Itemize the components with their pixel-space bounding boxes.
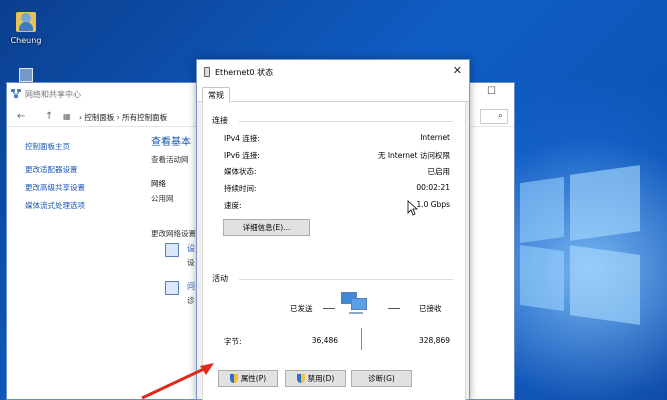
- search-input[interactable]: ⌕: [480, 109, 508, 124]
- task-desc: 诊: [187, 296, 195, 305]
- tab-strip: 常规: [197, 84, 469, 103]
- row-key: IPv4 连接:: [224, 134, 260, 143]
- sent-label: 已发送: [290, 304, 313, 313]
- row-value: 无 Internet 访问权限: [377, 151, 450, 160]
- windows-logo-pane: [570, 245, 640, 325]
- left-nav: 控制面板主页 更改适配器设置 更改高级共享设置 媒体流式处理选项: [25, 141, 145, 218]
- windows-logo-pane: [570, 165, 640, 241]
- dialog-title: Ethernet0 状态: [215, 68, 274, 77]
- bytes-label: 字节:: [224, 337, 242, 346]
- row-key: 媒体状态:: [224, 167, 257, 176]
- ipv4-row: IPv4 连接: Internet: [224, 133, 450, 145]
- bytes-received-value: 328,869: [418, 336, 450, 345]
- network-activity-icon: [339, 290, 373, 318]
- control-panel-icon: ▦: [63, 112, 71, 121]
- bytes-sent-value: 36,486: [311, 336, 338, 345]
- diagnose-button[interactable]: 诊断(G): [351, 370, 412, 387]
- network-icon: [11, 89, 21, 98]
- ethernet-icon: [204, 67, 210, 77]
- troubleshoot-icon: [165, 281, 179, 295]
- maximize-icon[interactable]: ☐: [487, 86, 496, 97]
- search-icon: ⌕: [497, 111, 503, 121]
- dialog-titlebar[interactable]: Ethernet0 状态 ✕: [197, 60, 469, 84]
- row-value: 已启用: [427, 167, 451, 176]
- breadcrumb-item[interactable]: 所有控制面板: [122, 113, 167, 122]
- row-value: 00:02:21: [416, 183, 450, 192]
- recycle-bin-icon[interactable]: [16, 66, 38, 82]
- row-value: 1.0 Gbps: [416, 200, 450, 209]
- uac-shield-icon: [296, 374, 305, 383]
- new-connection-icon: [165, 243, 179, 257]
- breadcrumb-item[interactable]: 控制面板: [84, 113, 114, 122]
- uac-shield-icon: [229, 374, 238, 383]
- control-panel-home-link[interactable]: 控制面板主页: [25, 141, 145, 152]
- disable-button[interactable]: 禁用(D): [285, 370, 346, 387]
- row-key: 持续时间:: [224, 184, 257, 193]
- task-desc: 设: [187, 258, 195, 267]
- window-title: 网络和共享中心: [25, 90, 81, 99]
- connection-group-label: 连接: [212, 116, 228, 125]
- row-value: Internet: [420, 133, 450, 142]
- up-arrow-icon[interactable]: ↑: [45, 111, 53, 122]
- duration-row: 持续时间: 00:02:21: [224, 183, 450, 195]
- windows-logo-pane: [520, 176, 564, 244]
- row-key: 速度:: [224, 201, 242, 210]
- annotation-arrow-icon: [141, 363, 214, 400]
- close-icon[interactable]: ✕: [453, 64, 462, 77]
- desktop-icon-label: Cheung: [10, 36, 42, 45]
- change-advanced-sharing-link[interactable]: 更改高级共享设置: [25, 182, 145, 193]
- tab-general[interactable]: 常规: [202, 87, 230, 103]
- task-title[interactable]: 问: [187, 281, 195, 292]
- activity-separator: [361, 328, 362, 350]
- divider: [239, 121, 453, 122]
- button-label: 禁用(D): [307, 374, 335, 383]
- desktop-icon-user-folder[interactable]: Cheung: [6, 8, 46, 45]
- user-folder-icon: [14, 8, 38, 34]
- ethernet-status-dialog: Ethernet0 状态 ✕ 常规 连接 IPv4 连接: Internet I…: [196, 59, 470, 400]
- details-button[interactable]: 详细信息(E)...: [223, 219, 310, 236]
- row-key: IPv6 连接:: [224, 151, 260, 160]
- activity-group-label: 活动: [212, 274, 228, 283]
- mouse-cursor-icon: [407, 200, 418, 216]
- button-label: 属性(P): [240, 374, 267, 383]
- received-dash: [388, 308, 400, 309]
- received-label: 已接收: [419, 304, 442, 313]
- task-title[interactable]: 设: [187, 243, 195, 254]
- divider: [239, 279, 453, 280]
- back-arrow-icon[interactable]: ←: [17, 111, 25, 122]
- media-state-row: 媒体状态: 已启用: [224, 166, 450, 178]
- change-adapter-settings-link[interactable]: 更改适配器设置: [25, 164, 145, 175]
- breadcrumb[interactable]: › 控制面板 › 所有控制面板: [79, 112, 167, 123]
- windows-logo-pane: [520, 244, 564, 312]
- properties-button[interactable]: 属性(P): [218, 370, 278, 387]
- ipv6-row: IPv6 连接: 无 Internet 访问权限: [224, 150, 450, 162]
- media-streaming-options-link[interactable]: 媒体流式处理选项: [25, 200, 145, 211]
- dialog-content: 连接 IPv4 连接: Internet IPv6 连接: 无 Internet…: [202, 102, 466, 400]
- sent-dash: [323, 308, 335, 309]
